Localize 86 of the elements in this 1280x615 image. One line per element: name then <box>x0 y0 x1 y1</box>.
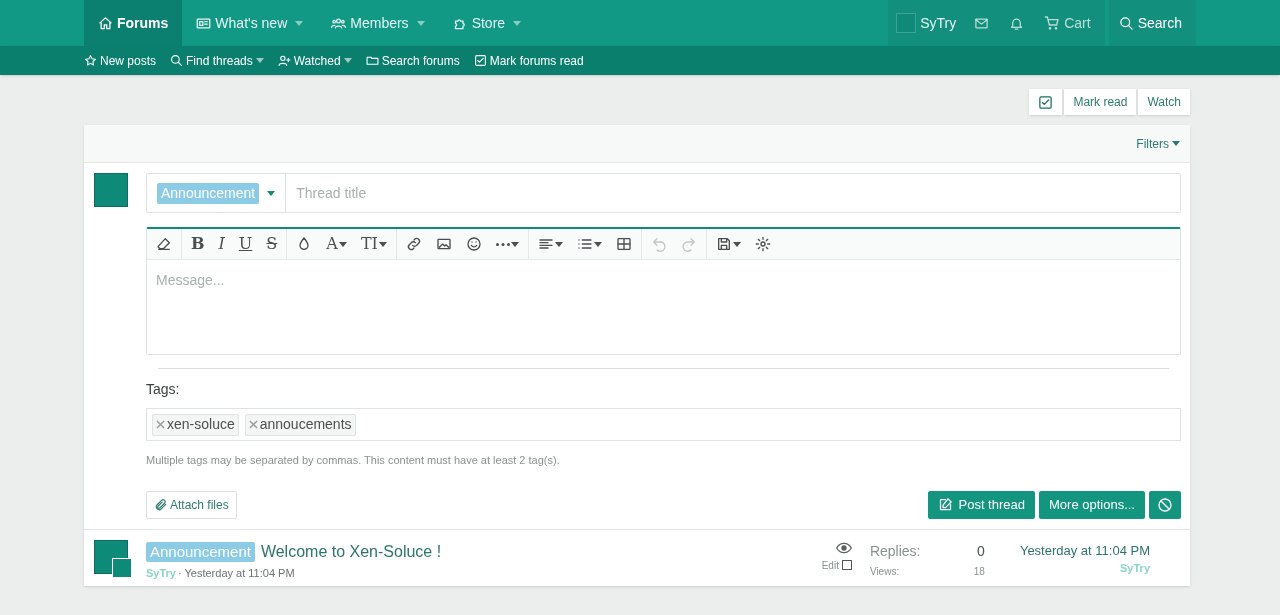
nav-tab[interactable]: Store <box>438 0 536 46</box>
subnav-link[interactable]: Watched <box>277 51 352 70</box>
list-icon <box>576 236 593 252</box>
avatar <box>94 173 128 207</box>
caret-icon <box>1172 141 1180 146</box>
post-date: · Yesterday at 11:04 PM <box>177 565 295 581</box>
checkbox-icon <box>473 54 487 67</box>
caret-icon <box>343 58 352 63</box>
table-icon <box>615 236 632 252</box>
post-thread-button[interactable]: Post thread <box>927 490 1035 519</box>
caret-icon <box>378 241 387 247</box>
smiley-icon <box>465 236 482 252</box>
cart-icon <box>1044 15 1061 31</box>
tags-field[interactable]: xen-soluce annoucements <box>146 408 1181 441</box>
remove-icon[interactable] <box>156 420 165 429</box>
settings-icon <box>754 236 771 252</box>
search-icon <box>1118 15 1134 31</box>
edit-icon <box>937 497 953 512</box>
toolbar-button[interactable]: U <box>231 229 260 259</box>
caret-icon <box>255 58 264 63</box>
caret-icon <box>593 241 602 247</box>
caret-icon <box>510 241 519 247</box>
toolbar-button[interactable]: S <box>259 229 285 259</box>
image-icon <box>435 236 452 252</box>
folder-icon <box>365 54 379 67</box>
nav-tab[interactable]: What's new <box>182 0 318 46</box>
views-count: 18 <box>973 564 985 579</box>
tag-chip[interactable]: xen-soluce <box>152 413 239 436</box>
nav-tab[interactable]: Members <box>317 0 439 46</box>
avatar <box>896 13 917 33</box>
subnav-link[interactable]: Search forums <box>365 51 460 70</box>
subnav-link[interactable]: Mark forums read <box>473 51 584 70</box>
align-left-icon <box>537 236 554 252</box>
save-icon <box>715 236 732 252</box>
cancel-icon <box>1157 496 1173 513</box>
bell-icon <box>1009 15 1025 31</box>
edit-label: Edit <box>821 558 839 573</box>
search-icon <box>170 54 184 67</box>
search-link[interactable]: Search <box>1108 0 1196 46</box>
dots-icon <box>495 242 510 246</box>
star-icon <box>84 54 97 67</box>
select-toggle-button[interactable] <box>1029 89 1063 115</box>
users-icon <box>331 15 347 31</box>
message-editor[interactable]: B I U S A TI Message... <box>146 227 1181 355</box>
undo-icon <box>650 236 667 252</box>
redo-icon <box>680 236 697 252</box>
newspaper-icon <box>196 15 212 31</box>
tag-chip[interactable]: annoucements <box>244 413 356 436</box>
caret-icon <box>513 20 522 26</box>
replies-count: 0 <box>977 541 985 561</box>
caret-icon <box>732 241 741 247</box>
filters-link[interactable]: Filters <box>1136 134 1180 153</box>
envelope-icon <box>974 15 990 31</box>
toolbar-button[interactable]: TI <box>353 229 394 259</box>
watch-button[interactable]: Watch <box>1138 89 1190 115</box>
subnav-link[interactable]: New posts <box>84 51 157 70</box>
thread-title-link[interactable]: Welcome to Xen-Soluce ! <box>260 539 442 564</box>
cart-link[interactable]: Cart <box>1034 12 1105 34</box>
toolbar-button[interactable]: I <box>211 229 232 259</box>
attach-files-button[interactable]: Attach files <box>146 490 237 519</box>
caret-icon <box>267 190 276 196</box>
views-label: Views: <box>869 564 900 579</box>
caret-icon <box>554 241 563 247</box>
link-icon <box>405 236 422 252</box>
tags-label: Tags: <box>146 380 181 399</box>
cancel-button[interactable] <box>1149 490 1181 519</box>
last-post-date[interactable]: Yesterday at 11:04 PM <box>1019 540 1150 560</box>
mark-read-button[interactable]: Mark read <box>1064 89 1137 115</box>
remove-icon[interactable] <box>248 420 258 429</box>
home-icon <box>98 15 113 31</box>
user-plus-icon <box>277 54 291 67</box>
replies-label: Replies: <box>869 541 921 561</box>
subnav-link[interactable]: Find threads <box>170 51 264 70</box>
paperclip-icon <box>154 497 168 512</box>
toolbar-button[interactable]: B <box>184 229 212 259</box>
more-options-button[interactable]: More options... <box>1039 490 1145 519</box>
checkbox-icon <box>1038 94 1054 110</box>
caret-icon <box>416 20 425 26</box>
eraser-icon <box>156 236 172 252</box>
select-checkbox[interactable] <box>841 560 852 570</box>
nav-tab[interactable]: Forums <box>84 0 183 46</box>
user-menu[interactable]: SyTry <box>888 12 965 34</box>
caret-icon <box>338 241 347 247</box>
tags-hint: Multiple tags may be separated by commas. This content must have at least 2 tag(s). <box>146 453 561 468</box>
caret-icon <box>295 20 304 26</box>
toolbar-button[interactable]: A <box>319 229 354 259</box>
